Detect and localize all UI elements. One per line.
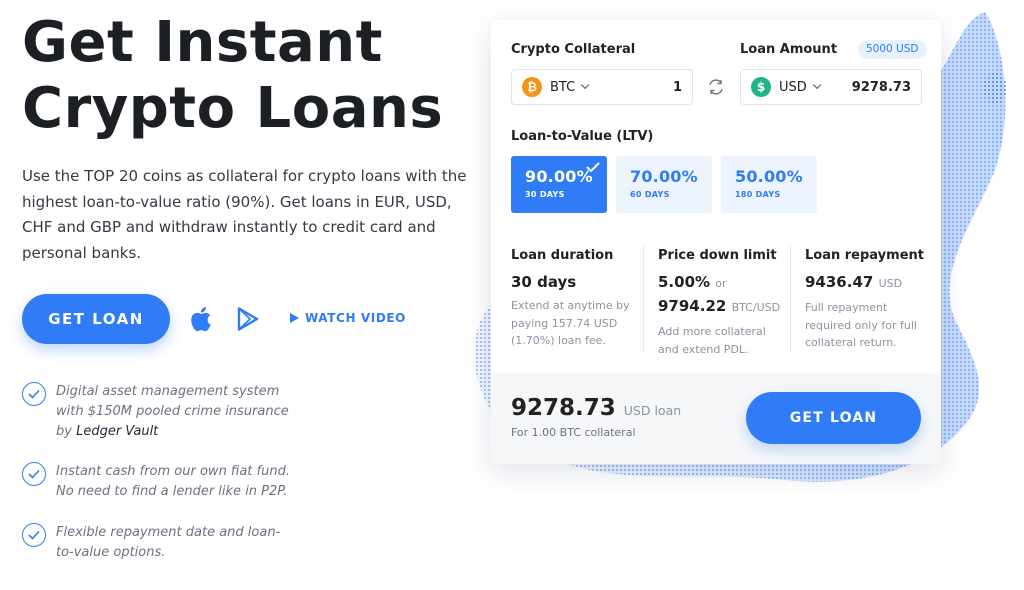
divider bbox=[790, 246, 791, 352]
divider bbox=[643, 246, 644, 352]
price-down-or: or bbox=[715, 277, 727, 290]
loan-amount-value[interactable]: 9278.73 bbox=[852, 80, 911, 95]
chevron-down-icon bbox=[581, 80, 590, 90]
feature-text: Instant cash from our own fiat fund. No … bbox=[56, 464, 290, 499]
ltv-days: 180 DAYS bbox=[735, 190, 781, 199]
loan-duration-value: 30 days bbox=[511, 273, 577, 291]
collateral-input[interactable]: ₿ BTC 1 bbox=[511, 69, 693, 105]
loan-duration-desc: Extend at anytime by paying 157.74 USD (… bbox=[511, 299, 630, 347]
check-circle-icon bbox=[22, 382, 46, 406]
collateral-label: Crypto Collateral bbox=[511, 42, 636, 57]
ltv-pct: 70.00% bbox=[630, 167, 698, 186]
loan-total-amount: 9278.73 bbox=[511, 395, 616, 421]
repayment-value: 9436.47 USD bbox=[805, 271, 935, 295]
loan-amount-label: Loan Amount bbox=[740, 42, 838, 57]
ltv-pct: 50.00% bbox=[735, 167, 803, 186]
feature-text: Flexible repayment date and loan-to-valu… bbox=[56, 525, 281, 560]
repayment-header: Loan repayment bbox=[805, 248, 924, 263]
repayment-desc: Full repayment required only for full co… bbox=[805, 301, 917, 349]
play-icon bbox=[290, 313, 299, 323]
price-down-unit: BTC/USD bbox=[731, 301, 781, 314]
google-play-icon[interactable] bbox=[236, 307, 260, 331]
collateral-currency-select[interactable]: BTC bbox=[550, 80, 575, 95]
loan-total: 9278.73 USD loan bbox=[511, 395, 681, 421]
page-title: Get Instant Crypto Loans bbox=[22, 10, 444, 141]
loan-summary: 9278.73 USD loan For 1.00 BTC collateral… bbox=[491, 373, 941, 464]
ltv-label: Loan-to-Value (LTV) bbox=[511, 129, 654, 144]
loan-repayment-info: Loan repayment 9436.47 USD Full repaymen… bbox=[805, 248, 935, 352]
chevron-down-icon bbox=[812, 80, 822, 90]
bitcoin-icon: ₿ bbox=[522, 77, 542, 97]
collateral-amount[interactable]: 1 bbox=[673, 80, 682, 95]
loan-duration-header: Loan duration bbox=[511, 248, 614, 263]
hero-description: Use the TOP 20 coins as collateral for c… bbox=[22, 167, 467, 262]
loan-currency-select[interactable]: USD bbox=[779, 80, 807, 95]
collateral-note: For 1.00 BTC collateral bbox=[511, 426, 636, 439]
price-down-header: Price down limit bbox=[658, 248, 777, 263]
dollar-icon: $ bbox=[751, 77, 771, 97]
check-icon bbox=[586, 162, 600, 172]
price-down-pct: 5.00% bbox=[658, 273, 711, 291]
ltv-option-70[interactable]: 70.00% 60 DAYS bbox=[616, 156, 712, 213]
feature-text: Digital asset management system with $15… bbox=[56, 382, 296, 442]
loan-amount-input[interactable]: $ USD 9278.73 bbox=[740, 69, 922, 105]
feature-text-strong: Ledger Vault bbox=[76, 424, 159, 439]
price-down-value: 5.00% or 9794.22 BTC/USD bbox=[658, 271, 788, 319]
check-circle-icon bbox=[22, 523, 46, 547]
price-down-price: 9794.22 bbox=[658, 297, 727, 315]
repayment-unit: USD bbox=[878, 277, 903, 290]
ltv-option-50[interactable]: 50.00% 180 DAYS bbox=[721, 156, 817, 213]
list-item: Instant cash from our own fiat fund. No … bbox=[22, 462, 296, 502]
loan-total-unit: USD loan bbox=[623, 403, 682, 418]
ltv-option-90[interactable]: 90.00% 30 DAYS bbox=[511, 156, 607, 213]
watch-video-label: WATCH VIDEO bbox=[305, 311, 406, 325]
list-item: Digital asset management system with $15… bbox=[22, 382, 296, 442]
ltv-days: 30 DAYS bbox=[525, 190, 565, 199]
list-item: Flexible repayment date and loan-to-valu… bbox=[22, 523, 296, 563]
watch-video-link[interactable]: WATCH VIDEO bbox=[290, 311, 406, 325]
loan-duration-info: Loan duration 30 days Extend at anytime … bbox=[511, 248, 641, 350]
get-loan-submit-button[interactable]: GET LOAN bbox=[746, 392, 921, 444]
swap-icon[interactable] bbox=[707, 78, 725, 96]
repayment-amount: 9436.47 bbox=[805, 273, 874, 291]
price-down-desc: Add more collateral and extend PDL. bbox=[658, 325, 766, 356]
price-down-limit-info: Price down limit 5.00% or 9794.22 BTC/US… bbox=[658, 248, 788, 358]
loan-limit-badge: 5000 USD bbox=[858, 40, 927, 59]
apple-icon[interactable] bbox=[188, 305, 212, 333]
get-loan-button[interactable]: GET LOAN bbox=[22, 294, 170, 344]
ltv-days: 60 DAYS bbox=[630, 190, 670, 199]
loan-calculator-card: Crypto Collateral Loan Amount 5000 USD ₿… bbox=[491, 20, 941, 464]
check-circle-icon bbox=[22, 462, 46, 486]
